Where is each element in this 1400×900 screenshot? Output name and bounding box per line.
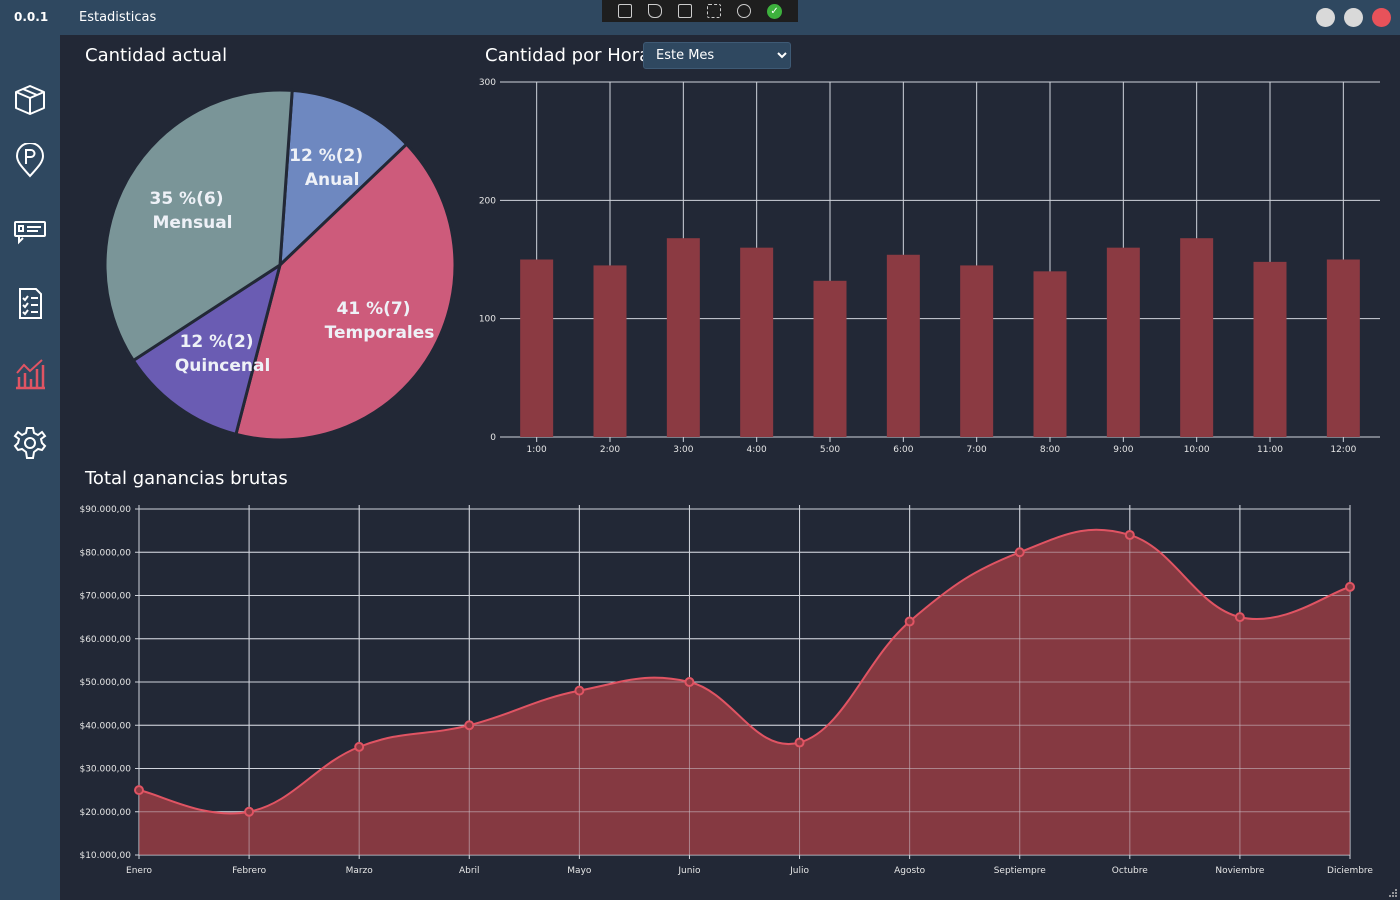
pie-slice-name-label: Quincenal (175, 356, 271, 376)
pie-slice-percent-label: 35 %(6) (149, 189, 223, 209)
pie-slice-percent-label: 41 %(7) (337, 299, 411, 319)
pie-slice-percent-label: 12 %(2) (180, 332, 254, 352)
pie-slice-name-label: Mensual (152, 213, 232, 233)
pie-slice-percent-label: 12 %(2) (289, 146, 363, 166)
pie-slice-name-label: Temporales (325, 323, 435, 343)
pie-slice-name-label: Anual (305, 170, 360, 190)
pie-chart: 12 %(2) Anual 41 %(7) Temporales 12 %(2) Quin… (103, 88, 457, 442)
resize-grip-icon[interactable] (1388, 888, 1398, 898)
